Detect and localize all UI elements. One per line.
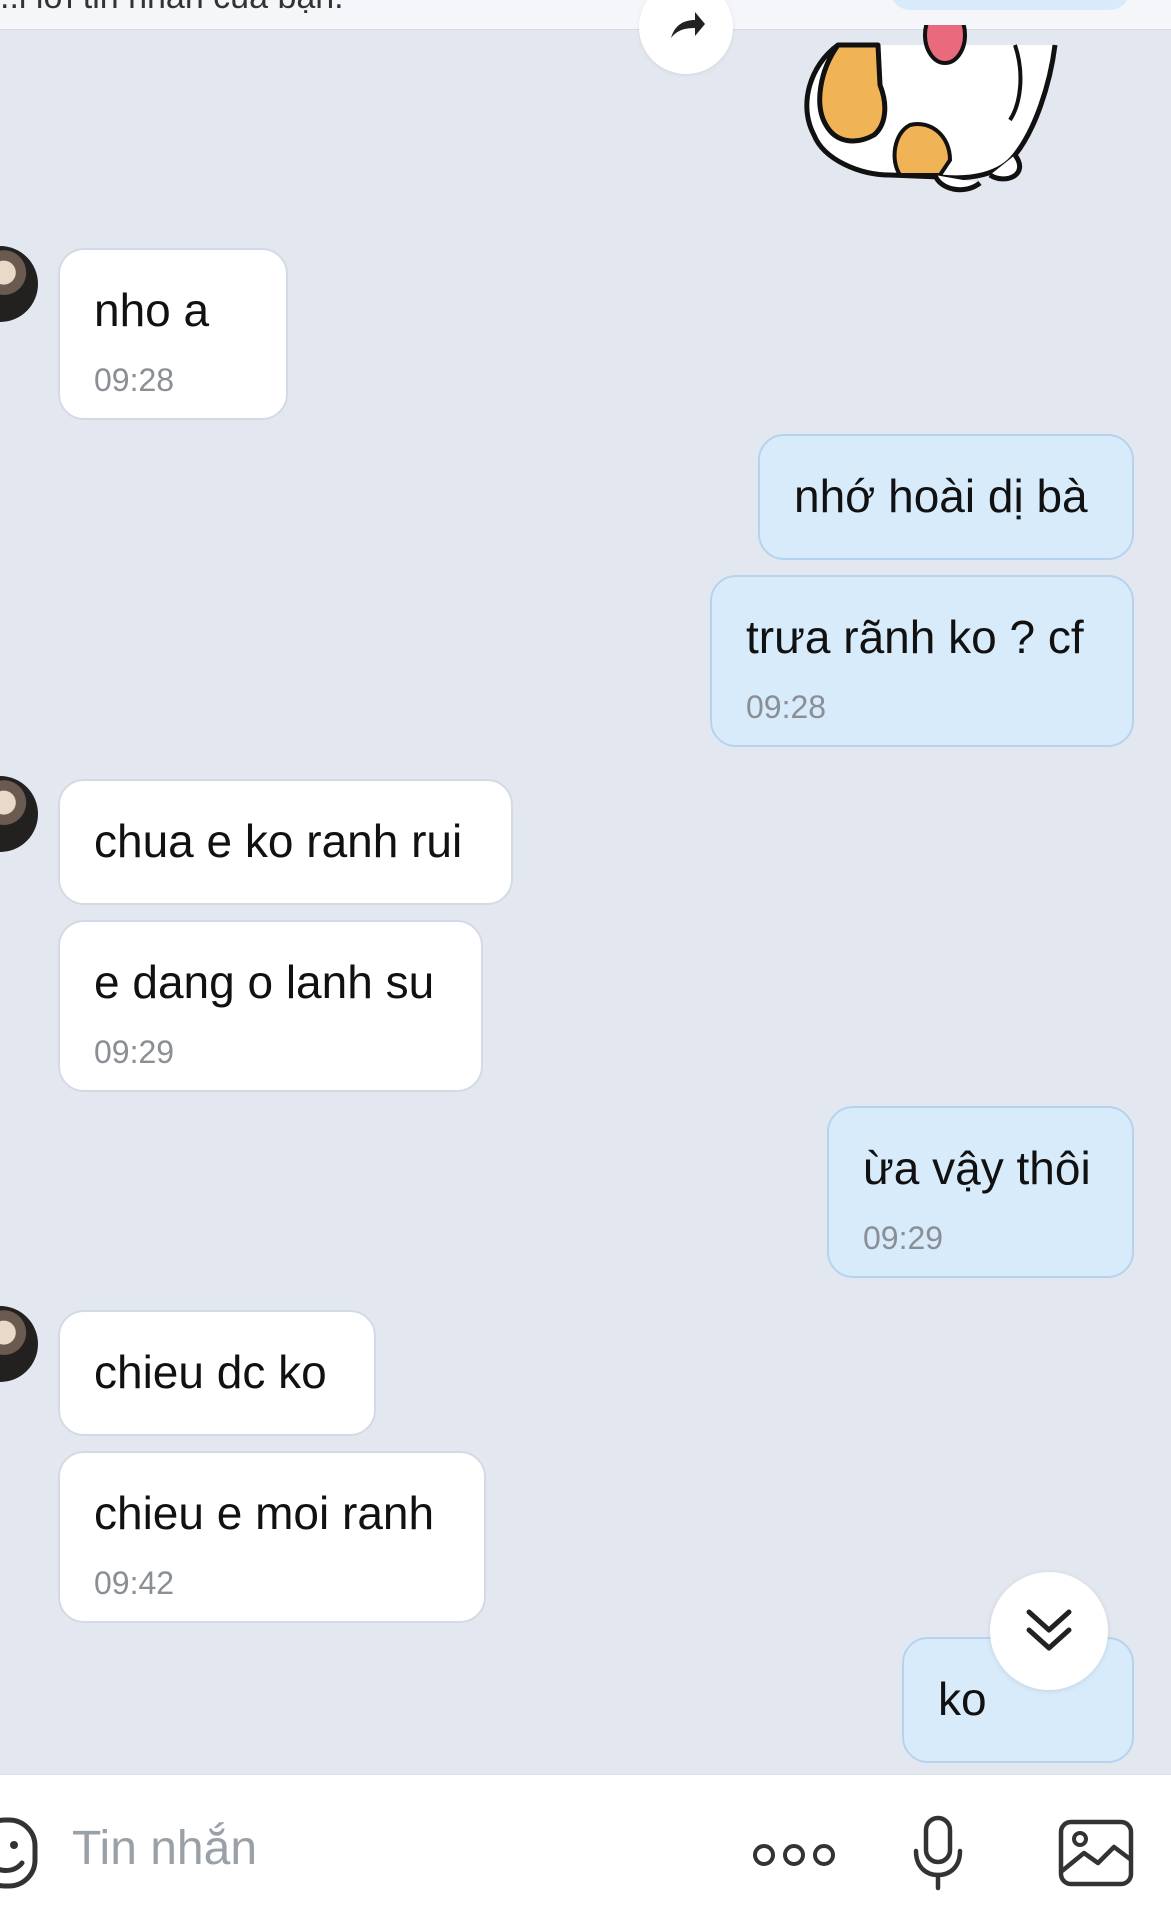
message-bubble-incoming[interactable]: nho a 09:28: [58, 248, 288, 420]
message-bubble-incoming[interactable]: chieu e moi ranh 09:42: [58, 1451, 486, 1623]
message-text: chieu dc ko: [94, 1346, 327, 1398]
message-text: chieu e moi ranh: [94, 1487, 435, 1539]
forward-button[interactable]: [639, 0, 733, 74]
reply-banner-text: ..i lời tin nhắn của bạn.: [0, 0, 344, 17]
message-bubble-incoming[interactable]: chieu dc ko: [58, 1310, 376, 1436]
message-text: ko: [938, 1673, 987, 1725]
emoji-icon[interactable]: [0, 1817, 38, 1889]
message-text: trưa rãnh ko ? cf: [746, 611, 1084, 663]
message-text: nho a: [94, 284, 210, 336]
message-time: 09:29: [94, 1034, 175, 1070]
double-chevron-down-icon: [1026, 1609, 1072, 1651]
message-bubble-outgoing[interactable]: nhớ hoài dị bà: [758, 434, 1134, 560]
microphone-icon[interactable]: [912, 1815, 964, 1891]
banner-action-pill[interactable]: [890, 0, 1130, 10]
message-time: 09:28: [746, 689, 827, 725]
message-time: 09:28: [94, 362, 175, 398]
shiba-dog-sticker[interactable]: [790, 25, 1080, 200]
more-dots-icon[interactable]: [752, 1835, 836, 1875]
message-time: 09:42: [94, 1565, 175, 1601]
message-input[interactable]: [72, 1813, 632, 1883]
contact-avatar[interactable]: [0, 246, 38, 322]
image-icon[interactable]: [1058, 1819, 1134, 1887]
message-text: nhớ hoài dị bà: [794, 470, 1088, 522]
contact-avatar[interactable]: [0, 776, 38, 852]
message-bubble-outgoing[interactable]: trưa rãnh ko ? cf 09:28: [710, 575, 1134, 747]
message-bubble-outgoing[interactable]: ừa vậy thôi 09:29: [827, 1106, 1134, 1278]
message-text: ừa vậy thôi: [863, 1142, 1091, 1194]
message-time: 09:29: [863, 1220, 944, 1256]
message-composer: [0, 1774, 1171, 1914]
message-bubble-incoming[interactable]: e dang o lanh su 09:29: [58, 920, 483, 1092]
forward-arrow-icon: [671, 12, 705, 38]
message-text: chua e ko ranh rui: [94, 815, 463, 867]
contact-avatar[interactable]: [0, 1306, 38, 1382]
message-bubble-incoming[interactable]: chua e ko ranh rui: [58, 779, 513, 905]
message-text: e dang o lanh su: [94, 956, 435, 1008]
scroll-to-bottom-button[interactable]: [990, 1572, 1108, 1690]
